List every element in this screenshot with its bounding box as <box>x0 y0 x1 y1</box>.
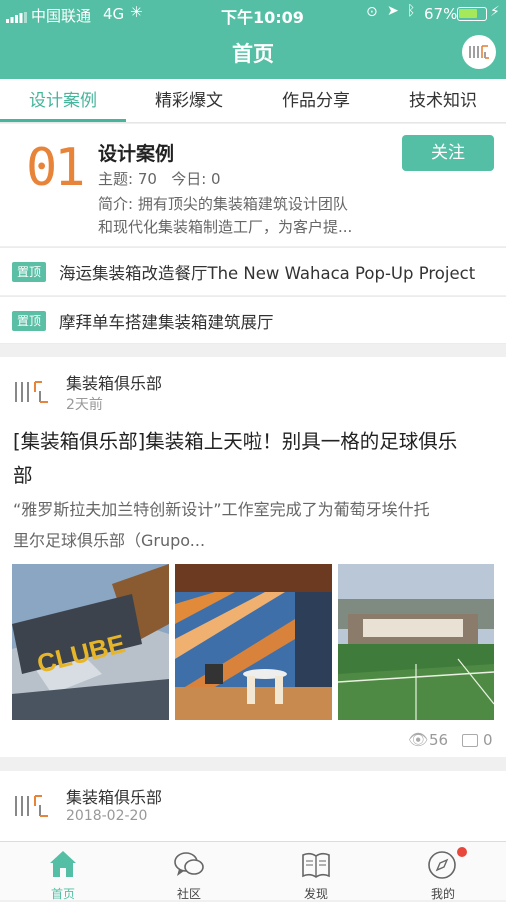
tabbar-community-label: 社区 <box>176 887 201 901</box>
tab-design-cases[interactable]: 设计案例 <box>0 79 126 123</box>
tab-works-sharing[interactable]: 作品分享 <box>253 79 379 123</box>
status-bar: 中国联通 4G ✳ 下午10:09 ⊙ ➤ ᛒ 67% ⚡ <box>0 0 506 28</box>
author-avatar <box>14 792 54 822</box>
pinned-row[interactable]: 置顶 海运集装箱改造餐厅The New Wahaca Pop-Up Projec… <box>0 247 506 295</box>
comment-icon <box>462 734 478 747</box>
book-icon <box>302 852 330 878</box>
post-image[interactable]: CLUBE <box>12 564 169 720</box>
tabbar-discover-label: 发现 <box>303 887 328 901</box>
topic-number-badge: 01 <box>26 138 86 198</box>
page-title: 首页 <box>232 42 274 66</box>
pinned-badge: 置顶 <box>12 311 46 331</box>
author-avatar <box>14 378 54 408</box>
cafe-interior-photo <box>175 564 332 720</box>
pinned-title: 海运集装箱改造餐厅The New Wahaca Pop-Up Project <box>59 264 476 283</box>
topic-header: 01 设计案例 主题: 70 今日: 0 简介: 拥有顶尖的集装箱建筑设计团队 … <box>0 124 506 246</box>
club-logo-icon <box>15 795 48 817</box>
charging-bolt-icon: ⚡ <box>490 4 500 20</box>
pinned-row[interactable]: 置顶 摩拜单车搭建集装箱建筑展厅 <box>0 296 506 344</box>
views-count: 56 <box>429 731 449 749</box>
loading-icon: ✳ <box>130 3 143 21</box>
football-field-photo <box>338 564 494 720</box>
post-time: 2天前 <box>66 397 103 413</box>
author-name[interactable]: 集装箱俱乐部 <box>66 784 162 808</box>
tab-featured-articles[interactable]: 精彩爆文 <box>126 79 252 123</box>
stadium-sign-photo: CLUBE <box>12 564 169 720</box>
orientation-lock-icon: ⊙ <box>366 4 378 20</box>
category-tabs: 设计案例 精彩爆文 作品分享 技术知识 <box>0 79 506 123</box>
location-arrow-icon: ➤ <box>387 3 399 19</box>
chat-bubbles-icon <box>174 852 204 876</box>
home-icon <box>50 851 76 877</box>
topic-description-line2: 和现代化集装箱制造工厂，为客户提... <box>98 218 353 236</box>
battery-percent: 67% <box>424 5 458 23</box>
author-name[interactable]: 集装箱俱乐部 <box>66 370 162 394</box>
topic-stats: 主题: 70 今日: 0 <box>98 170 221 188</box>
network-label: 4G <box>103 5 125 23</box>
notification-dot <box>457 847 467 857</box>
tab-tech-knowledge[interactable]: 技术知识 <box>380 79 506 123</box>
post-title-line2: 部 <box>13 464 33 487</box>
bluetooth-icon: ᛒ <box>407 3 416 19</box>
follow-button[interactable]: 关注 <box>402 135 494 171</box>
brand-logo-icon <box>469 45 489 59</box>
bottom-tab-bar: 首页 社区 发现 我的 <box>0 841 506 901</box>
brand-avatar-button[interactable] <box>462 35 496 69</box>
active-tab-indicator <box>0 119 126 122</box>
tabbar-profile[interactable]: 我的 <box>380 842 506 901</box>
clock: 下午10:09 <box>221 8 304 27</box>
tabbar-home-label: 首页 <box>50 887 75 901</box>
post-excerpt-line2: 里尔足球俱乐部（Grupo... <box>13 531 206 550</box>
topic-description-line1: 简介: 拥有顶尖的集装箱建筑设计团队 <box>98 195 348 213</box>
post-excerpt-line1: “雅罗斯拉夫加兰特创新设计”工作室完成了为葡萄牙埃什托 <box>13 500 430 519</box>
pinned-title: 摩拜单车搭建集装箱建筑展厅 <box>59 313 274 332</box>
compass-icon <box>428 851 456 879</box>
battery-icon <box>457 7 487 21</box>
comments-count: 0 <box>483 731 493 749</box>
nav-bar: 首页 <box>0 28 506 79</box>
post-image[interactable] <box>338 564 494 720</box>
post-time: 2018-02-20 <box>66 808 148 824</box>
club-logo-icon <box>15 381 48 403</box>
tabbar-community[interactable]: 社区 <box>126 842 252 901</box>
post-card[interactable]: 集装箱俱乐部 2018-02-20 <box>0 771 506 841</box>
post-title-line1: [集装箱俱乐部]集装箱上天啦！别具一格的足球俱乐 <box>13 430 458 453</box>
views-eye-icon: 👁 <box>408 730 429 749</box>
topic-title: 设计案例 <box>98 143 175 165</box>
post-card[interactable]: 集装箱俱乐部 2天前 [集装箱俱乐部]集装箱上天啦！别具一格的足球俱乐 部 “雅… <box>0 357 506 757</box>
post-image[interactable] <box>175 564 332 720</box>
signal-icon <box>6 9 28 23</box>
tabbar-discover[interactable]: 发现 <box>253 842 379 901</box>
tabbar-profile-label: 我的 <box>430 887 455 901</box>
tabbar-home[interactable]: 首页 <box>0 842 126 901</box>
pinned-badge: 置顶 <box>12 262 46 282</box>
carrier-label: 中国联通 <box>31 7 92 25</box>
